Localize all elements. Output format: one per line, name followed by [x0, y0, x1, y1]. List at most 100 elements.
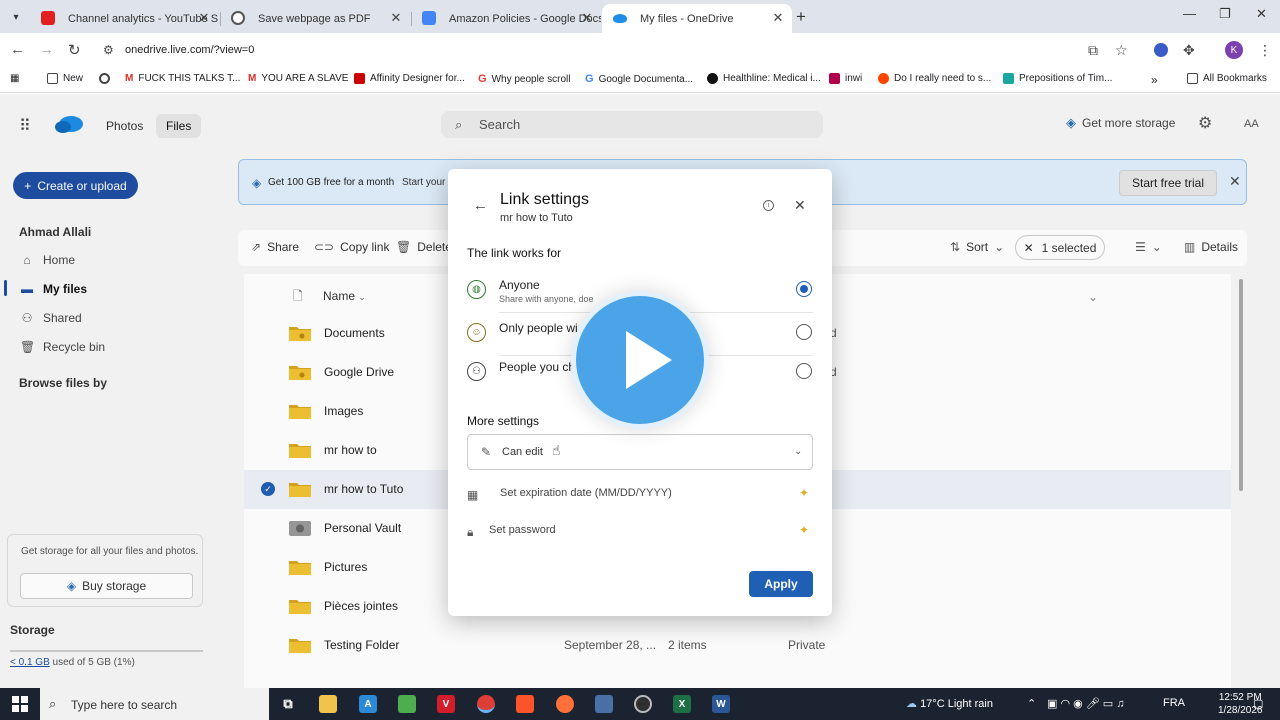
permission-dropdown[interactable]: ✎ Can edit ⌄: [467, 434, 813, 470]
more-settings-heading: More settings: [467, 414, 540, 428]
browser-tab-onedrive[interactable]: My files - OneDrive ✕: [602, 4, 792, 33]
apps-grid-icon[interactable]: ▦: [10, 73, 19, 84]
install-app-icon[interactable]: ⧉: [1088, 42, 1098, 59]
forward-arrow-icon[interactable]: →: [39, 41, 54, 58]
link-works-for-heading: The link works for: [467, 246, 562, 260]
url-text[interactable]: onedrive.live.com/?view=0: [125, 44, 254, 56]
radio-button[interactable]: [796, 363, 812, 379]
reload-icon[interactable]: ↻: [68, 41, 81, 59]
bookmark-item[interactable]: [99, 73, 110, 84]
notifications-icon[interactable]: ▢: [1253, 697, 1263, 710]
browser-tab-google-docs[interactable]: Amazon Policies - Google Docs ✕: [411, 4, 601, 33]
language-indicator[interactable]: FRA: [1163, 697, 1185, 709]
google-docs-icon: [422, 11, 436, 25]
set-expiration-row[interactable]: ▦ Set expiration date (MM/DD/YYYY) ✦: [467, 485, 813, 505]
tray-overflow-icon[interactable]: ⌃: [1027, 697, 1036, 710]
calendar-icon: ▦: [467, 488, 479, 502]
task-view-icon[interactable]: ⧉: [279, 695, 297, 713]
tab-title: Save webpage as PDF: [258, 12, 371, 25]
firefox-icon[interactable]: [556, 695, 574, 713]
window-close-button[interactable]: ✕: [1256, 6, 1267, 22]
option-subtitle: Share with anyone, doe: [499, 294, 594, 304]
extension-icon[interactable]: [1154, 43, 1168, 57]
youtube-icon: [41, 11, 55, 25]
inwi-icon: [829, 73, 840, 84]
taskbar-search-input[interactable]: ⌕ Type here to search: [40, 688, 269, 720]
back-arrow-icon[interactable]: ←: [473, 197, 488, 214]
permission-value: Can edit: [502, 446, 543, 458]
option-title: Anyone: [499, 278, 540, 292]
chrome-icon[interactable]: [477, 695, 495, 713]
onedrive-cloud-icon: [613, 14, 627, 23]
restore-button[interactable]: ❐: [1219, 6, 1231, 22]
more-bookmarks-chevron-icon[interactable]: »: [1151, 73, 1158, 87]
bookmark-item[interactable]: inwi: [829, 73, 862, 84]
healthline-icon: [707, 73, 718, 84]
browser-tab-youtube[interactable]: Channel analytics - YouTube St ✕: [30, 4, 218, 33]
extensions-puzzle-icon[interactable]: ✥: [1183, 42, 1195, 59]
option-title: Only people wi: [499, 321, 578, 335]
design-app-icon[interactable]: A: [359, 695, 377, 713]
folder-icon: [47, 73, 58, 84]
gmail-icon: M: [125, 73, 134, 84]
close-icon[interactable]: ✕: [794, 197, 806, 214]
gmail-icon: M: [248, 73, 257, 84]
password-label: Set password: [489, 524, 556, 536]
all-bookmarks-button[interactable]: All Bookmarks: [1187, 73, 1267, 84]
address-bar[interactable]: ⚙ onedrive.live.com/?view=0: [95, 39, 1139, 63]
set-password-row[interactable]: 🔒︎ Set password ✦: [467, 522, 813, 542]
bookmark-item[interactable]: New: [47, 73, 83, 84]
tray-icons[interactable]: ▣ ◠ ◉ 🎤︎ ▭ ♫: [1047, 697, 1124, 710]
vivaldi-icon[interactable]: V: [437, 695, 455, 713]
weather-widget[interactable]: ☁ 17°C Light rain: [906, 697, 993, 710]
person-icon: ☺: [467, 323, 486, 342]
globe-icon: ◍: [467, 280, 486, 299]
excel-icon[interactable]: X: [673, 695, 691, 713]
minimize-button[interactable]: —: [1183, 6, 1196, 21]
brave-icon[interactable]: [516, 695, 534, 713]
tab-close-icon[interactable]: ✕: [196, 10, 212, 26]
youtube-icon: [354, 73, 365, 84]
browser-menu-icon[interactable]: ⋮: [1258, 42, 1272, 59]
google-icon: G: [585, 73, 594, 85]
profile-avatar[interactable]: K: [1225, 41, 1243, 59]
browser-tab-save-pdf[interactable]: Save webpage as PDF ✕: [220, 4, 410, 33]
tab-close-icon[interactable]: ✕: [388, 10, 404, 26]
tab-close-icon[interactable]: ✕: [770, 10, 786, 26]
bookmark-item[interactable]: Affinity Designer for...: [354, 73, 465, 84]
new-tab-button[interactable]: +: [796, 7, 806, 27]
browser-toolbar: ← → ↻ ⚙ onedrive.live.com/?view=0 ⧉ ☆ ✥ …: [0, 33, 1280, 68]
tab-close-icon[interactable]: ✕: [579, 10, 595, 26]
file-explorer-icon[interactable]: [319, 695, 337, 713]
bookmark-item[interactable]: G Google Documenta...: [585, 73, 693, 85]
bookmark-item[interactable]: M YOU ARE A SLAVE: [248, 73, 348, 84]
bookmark-item[interactable]: G Why people scroll: [478, 73, 570, 85]
premium-sparkle-icon: ✦: [799, 523, 810, 537]
calculator-icon[interactable]: [595, 695, 613, 713]
bookmark-item[interactable]: Prepositions of Tim...: [1003, 73, 1112, 84]
apply-button[interactable]: Apply: [749, 571, 813, 597]
info-icon[interactable]: i: [763, 200, 774, 211]
back-arrow-icon[interactable]: ←: [10, 41, 25, 58]
radio-button[interactable]: [796, 324, 812, 340]
bookmark-star-icon[interactable]: ☆: [1115, 42, 1128, 59]
reddit-icon: [878, 73, 889, 84]
video-play-button-icon[interactable]: [571, 291, 709, 429]
bookmark-item[interactable]: Do I really need to s...: [878, 73, 991, 84]
tab-title: My files - OneDrive: [640, 12, 734, 25]
bookmark-item[interactable]: Healthline: Medical i...: [707, 73, 821, 84]
radio-button[interactable]: [796, 281, 812, 297]
windows-start-icon[interactable]: [12, 696, 28, 712]
bookmark-item[interactable]: M FUCK THIS TALKS T...: [125, 73, 240, 84]
bookmark-site-icon: G: [478, 73, 487, 85]
word-icon[interactable]: W: [712, 695, 730, 713]
chevron-down-icon: ⌄: [794, 446, 803, 457]
obs-icon[interactable]: [634, 695, 652, 713]
site-settings-icon[interactable]: ⚙: [103, 43, 114, 57]
tab-search-icon[interactable]: ▾: [5, 6, 27, 28]
lock-icon: 🔒︎: [467, 525, 474, 539]
windows-taskbar: ⌕ Type here to search ⧉ A V X W ☁ 17°C L…: [0, 688, 1280, 720]
cloud-rain-icon: ☁: [906, 698, 917, 710]
store-icon[interactable]: [398, 695, 416, 713]
people-select-icon: ⚇: [467, 362, 486, 381]
